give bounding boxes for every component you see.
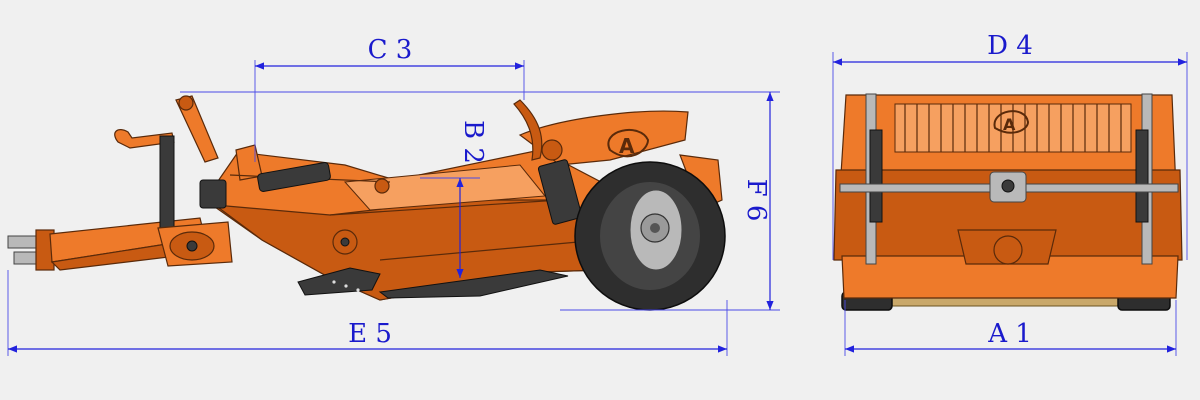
front-view-scraper: A — [833, 93, 1183, 311]
rear-wheel — [574, 161, 726, 311]
side-view-scraper: A — [7, 95, 726, 311]
dim-e-label: E 5 — [348, 319, 392, 349]
dim-c-label: C 3 — [368, 35, 413, 65]
dim-a-label: A 1 — [987, 319, 1032, 349]
svg-text:A: A — [619, 134, 635, 158]
dim-d-label: D 4 — [987, 31, 1033, 61]
scraper-dimension-diagram: A A C 3 B 2 F 6 E 5 D 4 A 1 — [7, 31, 1188, 356]
dim-f-label: F 6 — [741, 179, 771, 222]
dim-b-label: B 2 — [458, 120, 488, 164]
svg-text:A: A — [1003, 115, 1016, 134]
